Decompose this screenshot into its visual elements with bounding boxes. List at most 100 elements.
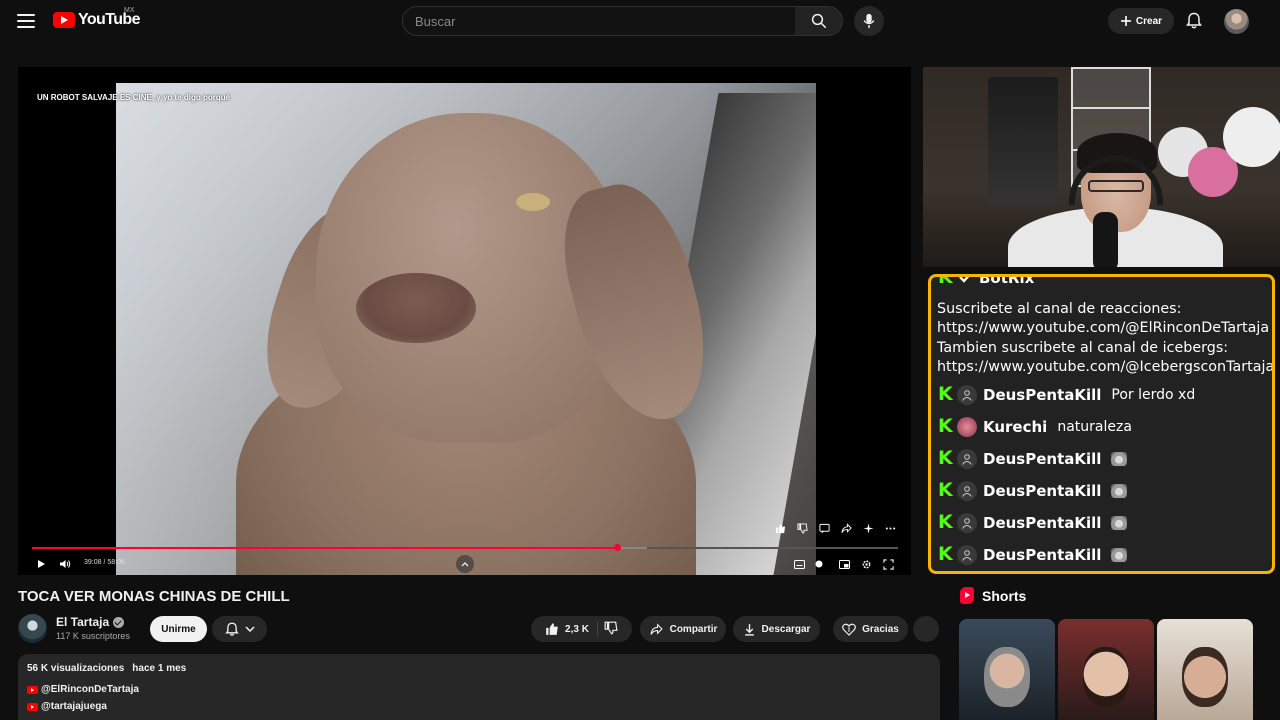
verified-icon (113, 616, 125, 628)
subscription-bell-button[interactable] (212, 616, 267, 642)
shorts-header: Shorts (960, 587, 1026, 604)
short-face (1182, 647, 1228, 707)
dislike-icon[interactable] (796, 522, 808, 534)
share-icon[interactable] (840, 522, 852, 534)
glasses (1088, 180, 1144, 192)
chat-message: Kurechi naturaleza (937, 415, 1132, 437)
voice-search-button[interactable] (854, 6, 884, 36)
short-thumbnail[interactable] (1058, 619, 1154, 720)
dog-nose (356, 273, 476, 343)
create-button[interactable]: Crear (1108, 8, 1174, 34)
progress-played (32, 547, 617, 549)
join-button[interactable]: Unirme (150, 616, 207, 642)
chevron-down-icon (244, 626, 255, 632)
like-button[interactable]: 2,3 K (545, 621, 598, 637)
top-bar: YouTube MX Crear (0, 0, 1280, 42)
sparkle-icon[interactable] (862, 522, 874, 534)
streamer-microphone (1093, 212, 1118, 267)
video-title: TOCA VER MONAS CHINAS DE CHILL (18, 588, 290, 605)
user-avatar-icon (957, 513, 977, 533)
video-player[interactable]: UN ROBOT SALVAJE ES CINE, y yo te digo p… (18, 67, 911, 575)
kick-badge-icon (937, 447, 953, 469)
more-actions-button[interactable] (913, 616, 939, 642)
chat-username: DeusPentaKill (983, 514, 1102, 532)
subscriber-count: 117 K suscriptores (56, 631, 130, 641)
expand-chevron-button[interactable] (456, 555, 474, 573)
fullscreen-icon (882, 558, 894, 570)
view-count: 56 K visualizaciones (27, 663, 125, 674)
shorts-title: Shorts (982, 587, 1027, 604)
download-button[interactable]: Descargar (733, 616, 820, 642)
user-avatar-icon (957, 417, 977, 437)
dislike-button[interactable] (604, 621, 618, 638)
progress-bar[interactable] (32, 544, 898, 551)
fullscreen-button[interactable] (879, 555, 897, 573)
chat-username: DeusPentaKill (983, 546, 1102, 564)
volume-icon (60, 560, 71, 568)
settings-button[interactable] (857, 555, 875, 573)
video-frame[interactable] (116, 83, 816, 575)
search-input[interactable] (415, 13, 795, 29)
like-icon[interactable] (774, 522, 786, 534)
notifications-button[interactable] (1184, 11, 1204, 31)
play-button[interactable] (32, 555, 50, 573)
poster (988, 77, 1058, 207)
progress-scrubber[interactable] (613, 544, 621, 551)
chat-message: DeusPentaKill (937, 447, 1128, 469)
volume-button[interactable] (56, 555, 74, 573)
thanks-button[interactable]: Gracias (833, 616, 908, 642)
miniplayer-button[interactable] (835, 555, 853, 573)
chat-text: naturaleza (1057, 419, 1132, 435)
channel-link[interactable]: @ElRinconDeTartaja (41, 684, 139, 695)
chat-message: DeusPentaKill (937, 479, 1128, 501)
channel-avatar[interactable] (18, 614, 47, 643)
heart-dollar-icon (842, 623, 857, 636)
short-thumbnail[interactable] (1157, 619, 1253, 720)
dog-eye (516, 193, 550, 211)
kick-badge-icon (937, 415, 953, 437)
menu-icon[interactable] (16, 11, 36, 31)
description-link[interactable]: @tartajajuega (27, 701, 107, 712)
time-current: 39:08 (84, 559, 102, 566)
chat-username: Kurechi (983, 418, 1048, 436)
bot-line: Tambien suscribete al canal de icebergs: (937, 339, 1229, 356)
short-thumbnail[interactable] (959, 619, 1055, 720)
bot-line: Suscribete al canal de reacciones: (937, 301, 1182, 317)
bot-name: BotRix (979, 274, 1035, 287)
youtube-play-icon (53, 12, 75, 28)
check-icon (959, 277, 973, 287)
share-icon (650, 622, 663, 635)
autoplay-icon (815, 560, 823, 568)
bot-message: Suscribete al canal de reacciones: https… (937, 300, 1272, 378)
create-label: Crear (1135, 15, 1163, 27)
bot-header: BotRix (937, 274, 1035, 288)
chat-message: DeusPentaKill Por lerdo xd (937, 383, 1196, 405)
autoplay-toggle[interactable] (810, 555, 828, 573)
chat-text: Por lerdo xd (1111, 387, 1196, 403)
shorts-icon (960, 587, 974, 604)
share-button[interactable]: Compartir (640, 616, 726, 642)
description-link[interactable]: @ElRinconDeTartaja (27, 684, 139, 695)
subtitles-icon (793, 559, 805, 569)
chat-username: DeusPentaKill (983, 450, 1102, 468)
video-overlay-caption: UN ROBOT SALVAJE ES CINE, y yo te digo p… (37, 93, 231, 102)
channel-name[interactable]: El Tartaja (56, 615, 109, 629)
youtube-logo[interactable]: YouTube MX (53, 7, 140, 29)
subtitles-button[interactable] (790, 555, 808, 573)
more-options-icon[interactable] (884, 522, 896, 534)
kick-badge-icon (937, 543, 953, 565)
like-count: 2,3 K (565, 623, 589, 635)
channel-link[interactable]: @tartajajuega (41, 701, 107, 712)
channel-name-row[interactable]: El Tartaja (56, 615, 125, 629)
plush-toy (1223, 107, 1280, 167)
search-button[interactable] (795, 6, 843, 36)
kick-badge-icon (937, 511, 953, 533)
share-label: Compartir (669, 623, 718, 635)
chat-message: DeusPentaKill (937, 543, 1128, 565)
search-box[interactable] (402, 6, 796, 36)
comment-icon[interactable] (818, 522, 830, 534)
description-box[interactable]: 56 K visualizaciones hace 1 mes @ElRinco… (18, 654, 940, 720)
cat-emote-icon (1111, 516, 1128, 530)
chat-username: DeusPentaKill (983, 386, 1102, 404)
account-avatar[interactable] (1224, 9, 1249, 34)
